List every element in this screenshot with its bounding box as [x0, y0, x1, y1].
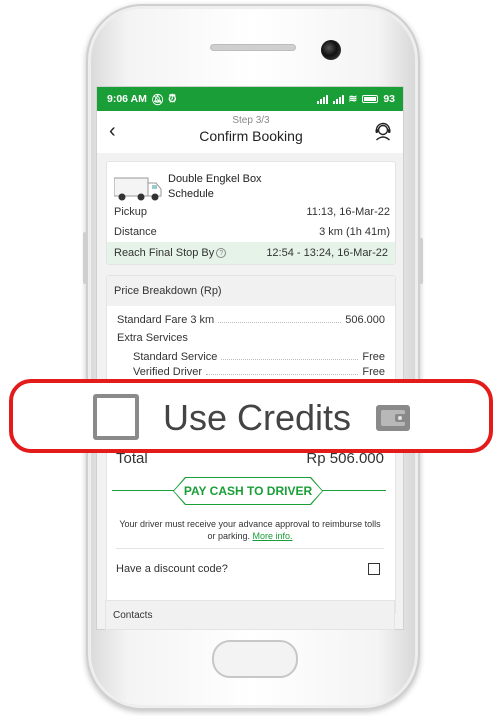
truck-icon	[114, 177, 162, 201]
status-bar: 9:06 AM 🔕︎ ⏰︎ ≋ 93	[97, 87, 403, 111]
pickup-row: Pickup 11:13, 16-Mar-22	[114, 206, 390, 218]
help-circle-icon[interactable]: ?	[216, 248, 227, 258]
support-agent-icon[interactable]	[373, 121, 393, 141]
schedule-label: Schedule	[168, 188, 214, 200]
standard-service-label: Standard Service	[133, 351, 218, 363]
booking-summary-card: Double Engkel Box Schedule Pickup 11:13,…	[106, 161, 396, 265]
wallet-icon	[376, 405, 410, 431]
wifi-icon: ≋	[348, 93, 358, 105]
distance-value: 3 km (1h 41m)	[319, 226, 390, 238]
distance-row: Distance 3 km (1h 41m)	[114, 226, 390, 238]
final-stop-value: 12:54 - 13:24, 16-Mar-22	[266, 247, 388, 259]
power-button	[418, 238, 423, 284]
verified-driver-label: Verified Driver	[133, 366, 203, 378]
signal-icon-2	[332, 94, 344, 104]
pay-cash-button[interactable]: PAY CASH TO DRIVER	[174, 478, 322, 504]
discount-label: Have a discount code?	[116, 563, 228, 575]
distance-label: Distance	[114, 226, 157, 238]
use-credits-callout: Use Credits	[9, 379, 493, 453]
dotted-leader	[206, 366, 359, 375]
verified-driver-row: Verified Driver Free	[133, 366, 385, 378]
signal-icon	[316, 94, 328, 104]
volume-button	[83, 232, 88, 284]
reimburse-note: Your driver must receive your advance ap…	[118, 518, 382, 542]
standard-service-row: Standard Service Free	[133, 351, 385, 363]
standard-service-value: Free	[362, 351, 385, 363]
step-indicator: Step 3/3	[232, 115, 270, 126]
phone-speaker	[210, 44, 296, 51]
discount-row[interactable]: Have a discount code?	[116, 563, 380, 575]
mute-icon: 🔕︎	[150, 93, 165, 106]
final-stop-label: Reach Final Stop By	[114, 247, 215, 259]
status-time: 9:06 AM	[107, 93, 147, 105]
dotted-leader	[221, 351, 359, 360]
pay-cash-section: PAY CASH TO DRIVER	[112, 477, 386, 505]
battery-level: 93	[383, 93, 395, 105]
dotted-leader	[218, 314, 342, 323]
home-button[interactable]	[212, 640, 298, 678]
page-title: Confirm Booking	[199, 128, 303, 144]
verified-driver-value: Free	[362, 366, 385, 378]
battery-icon	[362, 95, 379, 103]
standard-fare-value: 506.000	[345, 314, 385, 326]
front-camera	[321, 40, 341, 60]
price-breakdown-heading: Price Breakdown (Rp)	[107, 276, 395, 306]
final-stop-row: Reach Final Stop By? 12:54 - 13:24, 16-M…	[107, 242, 395, 264]
section-divider	[116, 548, 384, 549]
vehicle-name: Double Engkel Box	[168, 173, 262, 185]
use-credits-label[interactable]: Use Credits	[163, 393, 351, 443]
use-credits-checkbox[interactable]	[93, 394, 139, 440]
discount-checkbox[interactable]	[368, 563, 380, 575]
alarm-icon: ⏰︎	[168, 92, 177, 105]
pickup-value: 11:13, 16-Mar-22	[306, 206, 390, 218]
contacts-section-heading: Contacts	[105, 600, 395, 630]
standard-fare-row: Standard Fare 3 km 506.000	[117, 314, 385, 326]
vehicle-info: Double Engkel Box Schedule	[168, 172, 262, 202]
reimburse-note-text: Your driver must receive your advance ap…	[119, 519, 381, 541]
standard-fare-label: Standard Fare 3 km	[117, 314, 215, 326]
page-header: ‹ Step 3/3 Confirm Booking	[97, 111, 403, 153]
pickup-label: Pickup	[114, 206, 148, 218]
extra-services-heading: Extra Services	[117, 332, 188, 344]
more-info-link[interactable]: More info.	[253, 531, 293, 541]
